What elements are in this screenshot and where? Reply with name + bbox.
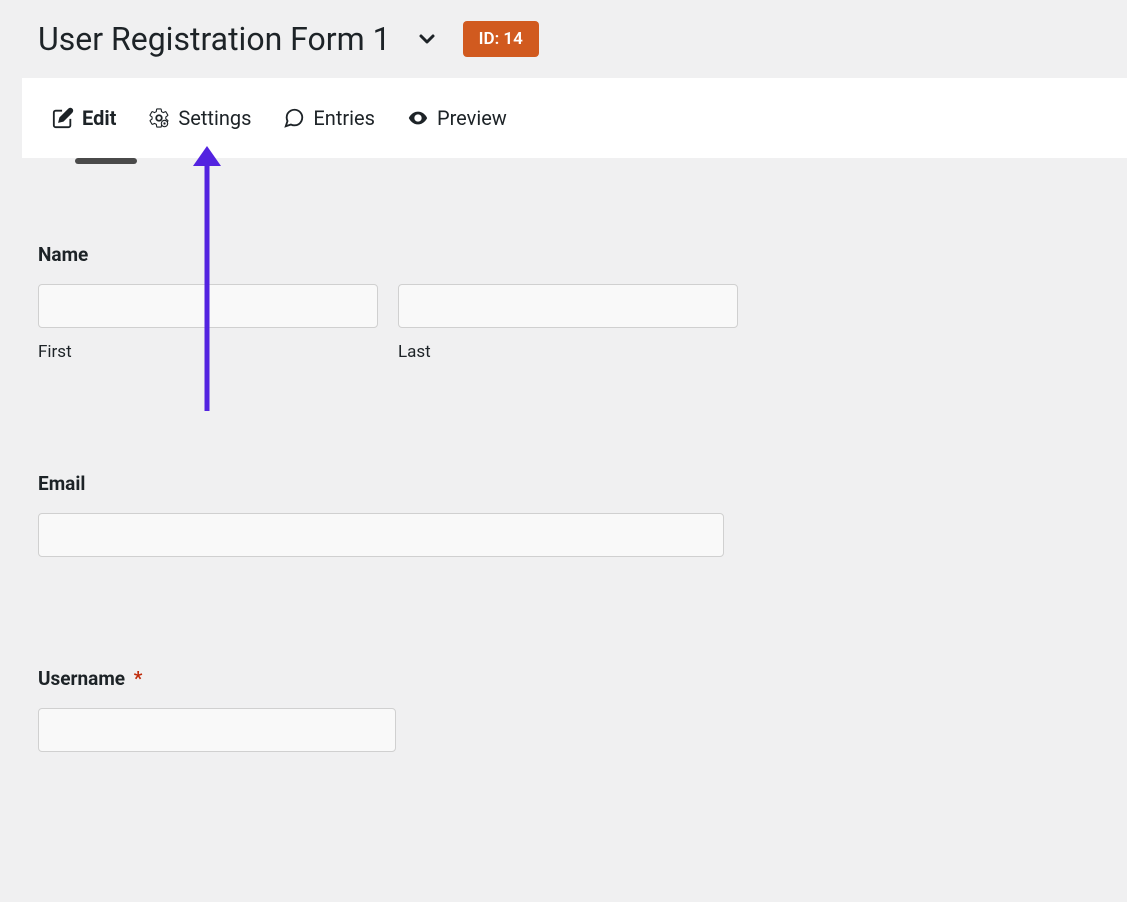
tab-preview[interactable]: Preview (407, 80, 507, 156)
first-name-input[interactable] (38, 284, 378, 328)
first-name-column: First (38, 284, 378, 362)
form-switcher-dropdown[interactable] (411, 23, 443, 55)
speech-bubble-icon (283, 107, 305, 129)
form-id-badge: ID: 14 (463, 21, 539, 57)
eye-icon (407, 107, 429, 129)
tab-edit-label: Edit (82, 106, 116, 130)
username-input[interactable] (38, 708, 396, 752)
username-label: Username * (38, 667, 1089, 690)
form-toolbar: Edit Settings Entries Preview (22, 78, 1127, 158)
gear-icon (148, 107, 170, 129)
form-canvas: Name First Last Email Username * (0, 158, 1127, 902)
chevron-down-icon (415, 27, 439, 51)
active-tab-indicator (75, 158, 137, 164)
username-label-text: Username (38, 667, 125, 690)
field-username[interactable]: Username * (38, 667, 1089, 752)
email-label: Email (38, 472, 1089, 495)
email-input[interactable] (38, 513, 724, 557)
field-email[interactable]: Email (38, 472, 1089, 557)
first-name-sublabel: First (38, 342, 378, 362)
last-name-column: Last (398, 284, 738, 362)
name-label: Name (38, 243, 1089, 266)
page-title: User Registration Form 1 (38, 20, 391, 58)
last-name-input[interactable] (398, 284, 738, 328)
field-name[interactable]: Name First Last (38, 243, 1089, 362)
name-row: First Last (38, 284, 1089, 362)
tab-preview-label: Preview (437, 106, 507, 130)
edit-icon (52, 107, 74, 129)
last-name-sublabel: Last (398, 342, 738, 362)
page-header: User Registration Form 1 ID: 14 (0, 0, 1127, 78)
tab-entries-label: Entries (313, 106, 375, 130)
tab-settings-label: Settings (178, 106, 251, 130)
tab-settings[interactable]: Settings (148, 80, 251, 156)
tab-edit[interactable]: Edit (52, 80, 116, 156)
tab-entries[interactable]: Entries (283, 80, 375, 156)
required-indicator: * (134, 667, 143, 690)
